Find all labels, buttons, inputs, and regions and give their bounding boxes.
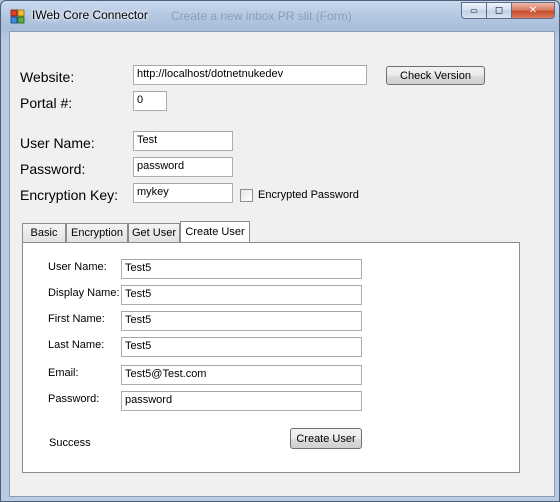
caption-buttons: ▭ ◻ ✕ bbox=[461, 2, 555, 20]
background-window-title: Create a new inbox PR slit (Form) bbox=[171, 9, 352, 23]
cu-password-input[interactable]: password bbox=[121, 391, 362, 411]
close-icon: ✕ bbox=[528, 5, 538, 16]
minimize-icon: ▭ bbox=[470, 6, 478, 15]
cu-username-label: User Name: bbox=[48, 261, 107, 273]
username-label: User Name: bbox=[20, 135, 95, 151]
encryption-key-input[interactable]: mykey bbox=[133, 183, 233, 203]
cu-first-name-label: First Name: bbox=[48, 313, 105, 325]
tab-basic[interactable]: Basic bbox=[22, 223, 66, 242]
encrypted-password-label: Encrypted Password bbox=[258, 189, 359, 201]
cu-first-name-input[interactable]: Test5 bbox=[121, 311, 362, 331]
app-icon bbox=[10, 9, 25, 24]
cu-email-label: Email: bbox=[48, 367, 79, 379]
cu-email-input[interactable]: Test5@Test.com bbox=[121, 365, 362, 385]
cu-last-name-input[interactable]: Test5 bbox=[121, 337, 362, 357]
cu-display-name-input[interactable]: Test5 bbox=[121, 285, 362, 305]
username-input[interactable]: Test bbox=[133, 131, 233, 151]
check-version-button[interactable]: Check Version bbox=[386, 66, 485, 85]
cu-password-label: Password: bbox=[48, 393, 100, 405]
window-title: IWeb Core Connector bbox=[32, 8, 148, 22]
create-user-button[interactable]: Create User bbox=[290, 428, 362, 449]
encrypted-password-checkbox[interactable] bbox=[240, 189, 253, 202]
tab-encryption[interactable]: Encryption bbox=[66, 223, 128, 242]
cu-display-name-label: Display Name: bbox=[48, 287, 120, 299]
close-button[interactable]: ✕ bbox=[512, 2, 555, 19]
portal-label: Portal #: bbox=[20, 95, 73, 111]
maximize-icon: ◻ bbox=[494, 5, 504, 16]
cu-last-name-label: Last Name: bbox=[48, 339, 105, 351]
minimize-button[interactable]: ▭ bbox=[461, 2, 487, 19]
website-label: Website: bbox=[20, 69, 75, 85]
tab-create-user[interactable]: Create User bbox=[180, 221, 250, 242]
maximize-button[interactable]: ◻ bbox=[487, 2, 512, 19]
portal-input[interactable]: 0 bbox=[133, 91, 167, 111]
password-label: Password: bbox=[20, 161, 86, 177]
form-client-area: Website: http://localhost/dotnetnukedev … bbox=[9, 31, 555, 497]
app-window: IWeb Core Connector Create a new inbox P… bbox=[0, 0, 560, 502]
title-bar[interactable]: IWeb Core Connector Create a new inbox P… bbox=[1, 1, 559, 31]
create-user-panel: User Name: Test5 Display Name: Test5 Fir… bbox=[22, 242, 520, 473]
password-input[interactable]: password bbox=[133, 157, 233, 177]
website-input[interactable]: http://localhost/dotnetnukedev bbox=[133, 65, 367, 85]
tab-get-user[interactable]: Get User bbox=[128, 223, 180, 242]
status-text: Success bbox=[49, 437, 91, 449]
encryption-key-label: Encryption Key: bbox=[20, 187, 119, 203]
cu-username-input[interactable]: Test5 bbox=[121, 259, 362, 279]
